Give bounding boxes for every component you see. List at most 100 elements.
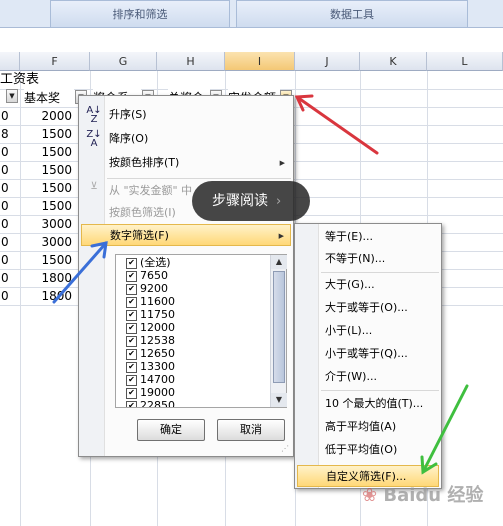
ribbon: 排序和筛选 数据工具: [0, 0, 503, 28]
submenu-item-greater-than[interactable]: 大于(G)...: [297, 274, 439, 296]
cell-base-bonus[interactable]: 1500: [20, 143, 72, 161]
cancel-button[interactable]: 取消: [217, 419, 285, 441]
ok-button[interactable]: 确定: [137, 419, 205, 441]
cell-base-bonus[interactable]: 1500: [20, 197, 72, 215]
baidu-watermark: ❀ Baidu 经验: [362, 476, 500, 516]
cell-base-bonus[interactable]: 1500: [20, 125, 72, 143]
watermark-text: Baidu 经验: [383, 485, 484, 506]
step-reading-button[interactable]: 步骤阅读 ›: [192, 181, 310, 221]
menu-separator: [321, 390, 439, 391]
ribbon-group-sort-filter[interactable]: 排序和筛选: [50, 0, 230, 28]
column-header-h[interactable]: H: [157, 52, 225, 71]
menu-item-number-filters[interactable]: 数字筛选(F) ▶: [81, 224, 291, 246]
cell-base-bonus[interactable]: 1800: [20, 287, 72, 305]
submenu-item-top-10[interactable]: 10 个最大的值(T)...: [297, 393, 439, 415]
cell-base-bonus[interactable]: 1500: [20, 251, 72, 269]
checkbox-checked-icon[interactable]: ✔: [126, 361, 137, 373]
checklist-item[interactable]: ✔ 14700: [126, 373, 175, 386]
cell-partial[interactable]: 0: [1, 143, 11, 161]
step-reading-label: 步骤阅读: [212, 193, 268, 209]
cell-partial[interactable]: 0: [1, 233, 11, 251]
checklist-item[interactable]: ✔ 11600: [126, 295, 175, 308]
ribbon-group-data-tools[interactable]: 数据工具: [236, 0, 468, 28]
checklist-item[interactable]: ✔ 22850: [126, 399, 175, 407]
checkbox-checked-icon[interactable]: ✔: [126, 400, 137, 407]
menu-icon-gutter: [79, 96, 105, 456]
column-header-f[interactable]: F: [20, 52, 90, 71]
clear-filter-icon: ⊻: [90, 181, 98, 192]
column-header-partial[interactable]: [0, 52, 20, 71]
cell-partial[interactable]: 0: [1, 179, 11, 197]
menu-separator: [107, 178, 291, 179]
checklist-item[interactable]: ✔ 7650: [126, 269, 168, 282]
submenu-item-not-equals[interactable]: 不等于(N)...: [297, 248, 439, 270]
cell-base-bonus[interactable]: 1500: [20, 179, 72, 197]
checkbox-checked-icon[interactable]: ✔: [126, 322, 137, 334]
scroll-up-icon[interactable]: ▲: [271, 255, 287, 269]
filter-dropdown-button-partial[interactable]: ▼: [6, 89, 18, 103]
cell-base-bonus[interactable]: 2000: [20, 107, 72, 125]
cell-base-bonus[interactable]: 1800: [20, 269, 72, 287]
submenu-item-less-or-equal[interactable]: 小于或等于(Q)...: [297, 343, 439, 365]
cell-partial[interactable]: 0: [1, 215, 11, 233]
menu-item-label: 升序(S): [109, 108, 147, 121]
submenu-item-equals[interactable]: 等于(E)...: [297, 226, 439, 248]
submenu-item-less-than[interactable]: 小于(L)...: [297, 320, 439, 342]
checkbox-checked-icon[interactable]: ✔: [126, 348, 137, 360]
cell-partial[interactable]: 0: [1, 197, 11, 215]
baidu-paw-icon: ❀: [362, 485, 378, 506]
menu-item-label: 降序(O): [109, 132, 149, 145]
cell-base-bonus[interactable]: 3000: [20, 233, 72, 251]
scroll-thumb[interactable]: [273, 271, 285, 383]
cell-base-bonus[interactable]: 3000: [20, 215, 72, 233]
checklist-item[interactable]: ✔ 11750: [126, 308, 175, 321]
submenu-item-below-average[interactable]: 低于平均值(O): [297, 439, 439, 461]
checkbox-checked-icon[interactable]: ✔: [126, 387, 137, 399]
checkbox-checked-icon[interactable]: ✔: [126, 270, 137, 282]
checkbox-checked-icon[interactable]: ✔: [126, 309, 137, 321]
checklist-item[interactable]: ✔ 12650: [126, 347, 175, 360]
column-header-j[interactable]: J: [295, 52, 360, 71]
checkbox-checked-icon[interactable]: ✔: [126, 257, 137, 269]
checkbox-checked-icon[interactable]: ✔: [126, 335, 137, 347]
cell-partial[interactable]: 8: [1, 125, 11, 143]
checkbox-checked-icon[interactable]: ✔: [126, 296, 137, 308]
submenu-item-greater-or-equal[interactable]: 大于或等于(O)...: [297, 297, 439, 319]
menu-item-sort-descending[interactable]: Z↓ A 降序(O): [81, 128, 291, 150]
cell-base-bonus[interactable]: 1500: [20, 161, 72, 179]
checkbox-checked-icon[interactable]: ✔: [126, 283, 137, 295]
column-header-k[interactable]: K: [360, 52, 427, 71]
column-header-i[interactable]: I: [225, 52, 295, 71]
autofilter-menu[interactable]: A↓ Z 升序(S) Z↓ A 降序(O) 按颜色排序(T) ▶ ⊻ 从 "实发金额…: [78, 95, 294, 457]
cell-partial[interactable]: 0: [1, 107, 11, 125]
menu-separator: [321, 272, 439, 273]
cell-partial[interactable]: 0: [1, 161, 11, 179]
column-header-l[interactable]: L: [427, 52, 503, 71]
menu-item-sort-by-color[interactable]: 按颜色排序(T) ▶: [81, 152, 291, 174]
submenu-item-between[interactable]: 介于(W)...: [297, 366, 439, 388]
cell-partial[interactable]: 0: [1, 287, 11, 305]
sort-ascending-icon: A↓ Z: [86, 105, 102, 125]
menu-item-label: 按颜色筛选(I): [109, 206, 176, 219]
column-header-g[interactable]: G: [90, 52, 157, 71]
submenu-arrow-icon: ▶: [278, 232, 284, 240]
checkbox-checked-icon[interactable]: ✔: [126, 374, 137, 386]
value-checklist[interactable]: ✔ (全选) ✔ 7650 ✔ 9200 ✔ 11600 ✔ 11750 ✔ 12000 ✔…: [115, 254, 287, 408]
cell-partial[interactable]: 0: [1, 251, 11, 269]
checklist-item[interactable]: ✔ 12000: [126, 321, 175, 334]
header-cell-base-bonus: 基本奖: [24, 89, 74, 107]
checklist-item[interactable]: ✔ 12538: [126, 334, 175, 347]
submenu-arrow-icon: ▶: [279, 159, 285, 167]
cell-partial[interactable]: 0: [1, 269, 11, 287]
menu-item-label: 按颜色排序(T): [109, 156, 180, 169]
menu-item-sort-ascending[interactable]: A↓ Z 升序(S): [81, 104, 291, 126]
resize-grip-icon[interactable]: ⋰: [281, 444, 291, 454]
number-filter-submenu[interactable]: 等于(E)... 不等于(N)... 大于(G)... 大于或等于(O)... …: [294, 223, 442, 489]
checklist-item[interactable]: ✔ 13300: [126, 360, 175, 373]
scroll-down-icon[interactable]: ▼: [271, 393, 287, 407]
checklist-item-select-all[interactable]: ✔ (全选): [126, 256, 171, 269]
checklist-scrollbar[interactable]: ▲ ▼: [270, 255, 287, 407]
submenu-item-above-average[interactable]: 高于平均值(A): [297, 416, 439, 438]
checklist-item[interactable]: ✔ 19000: [126, 386, 175, 399]
checklist-item[interactable]: ✔ 9200: [126, 282, 168, 295]
